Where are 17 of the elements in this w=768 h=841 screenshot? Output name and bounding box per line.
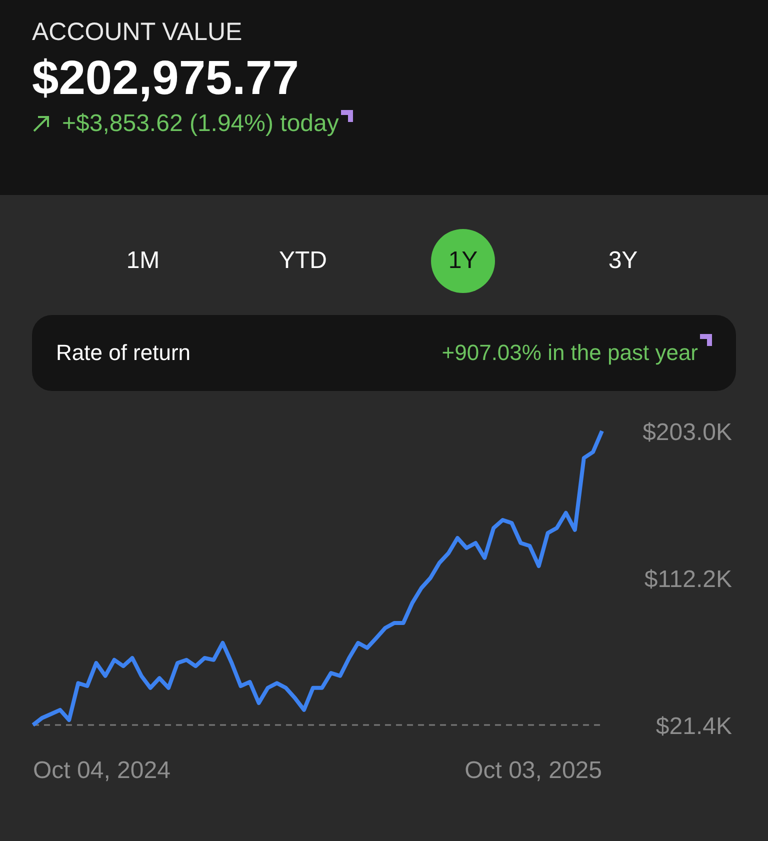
period-tab[interactable]: YTD bbox=[271, 229, 335, 293]
period-tab[interactable]: 1Y bbox=[431, 229, 495, 293]
period-tab[interactable]: 3Y bbox=[591, 229, 655, 293]
y-axis-label: $112.2K bbox=[644, 566, 732, 593]
daily-change-text: +$3,853.62 (1.94%) today bbox=[62, 110, 339, 138]
rate-of-return-value: +907.03% in the past year bbox=[442, 340, 698, 366]
y-axis-label: $21.4K bbox=[656, 713, 732, 740]
up-right-arrow-icon bbox=[32, 115, 50, 133]
start-date-label: Oct 04, 2024 bbox=[33, 757, 170, 784]
period-tab[interactable]: 1M bbox=[111, 229, 175, 293]
account-value-amount: $202,975.77 bbox=[32, 51, 300, 106]
corner-mark-icon bbox=[340, 110, 353, 122]
account-value-label: ACCOUNT VALUE bbox=[32, 18, 244, 47]
rate-of-return-label: Rate of return bbox=[56, 340, 191, 366]
end-date-label: Oct 03, 2025 bbox=[464, 757, 602, 784]
y-axis-label: $203.0K bbox=[642, 419, 732, 446]
corner-mark-icon bbox=[700, 334, 712, 346]
